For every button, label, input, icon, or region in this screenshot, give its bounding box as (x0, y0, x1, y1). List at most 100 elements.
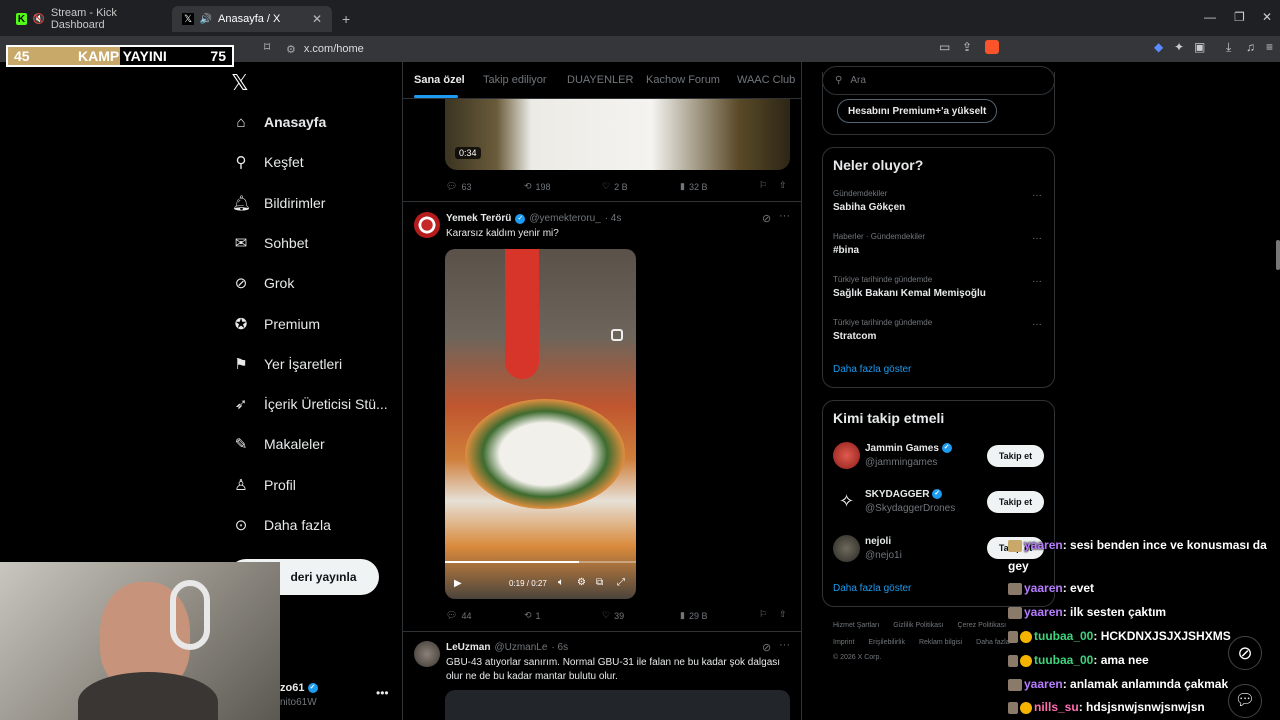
nav-articles[interactable]: ✎ Makaleler (232, 430, 325, 458)
close-window-icon[interactable]: ✕ (1262, 10, 1272, 24)
sidebar-icon[interactable]: ▣ (1194, 40, 1205, 54)
chat-bubble-icon[interactable]: 💬︎ (1228, 684, 1262, 718)
grok-icon[interactable]: ⊘ (762, 641, 771, 654)
suggested-user[interactable]: nejoli @nejo1i (865, 536, 902, 561)
suggested-user[interactable]: Jammin Games ✓ @jammingames (865, 443, 952, 468)
page-scrollbar[interactable] (1276, 240, 1280, 270)
like-action[interactable]: ♡ 2 B (602, 181, 628, 192)
nav-profile[interactable]: ♙ Profil (232, 471, 296, 499)
tab-following[interactable]: Takip ediliyor (483, 74, 547, 86)
grok-float-icon[interactable]: ⊘ (1228, 636, 1262, 670)
extensions-icon[interactable]: ✦ (1174, 40, 1184, 54)
nav-home[interactable]: ⌂ Anasayfa (232, 108, 326, 136)
new-tab-icon[interactable]: + (342, 11, 350, 27)
nav-more[interactable]: ⊙ Daha fazla (232, 511, 331, 539)
account-name[interactable]: zo61 ✓ (280, 682, 318, 694)
settings-icon[interactable]: ⚙ (577, 577, 586, 588)
trend-more-icon[interactable]: ··· (1032, 233, 1042, 244)
footer-link[interactable]: Çerez Politikası (957, 622, 1006, 629)
follow-button[interactable]: Takip et (987, 491, 1044, 513)
play-icon[interactable]: ▶ (454, 578, 462, 589)
trend-item[interactable]: Türkiye tarihinde gündemde Stratcom (833, 318, 1045, 342)
author-name[interactable]: LeUzman (446, 642, 490, 653)
trend-item[interactable]: Gündemdekiler Sabiha Gökçen (833, 189, 1045, 213)
fullscreen-icon[interactable]: ⤢ (617, 577, 625, 588)
trend-item[interactable]: Haberler · Gündemdekiler #bina (833, 232, 1045, 256)
volume-icon[interactable]: 🔈︎ (558, 577, 564, 588)
site-settings-icon[interactable]: ⚙ (286, 43, 296, 56)
post-time[interactable]: · 4s (605, 213, 622, 224)
footer-link[interactable]: Hizmet Şartları (833, 622, 879, 629)
views-action[interactable]: ▮ 29 B (680, 610, 707, 621)
avatar[interactable] (414, 641, 440, 667)
footer-link[interactable]: Erişilebilirlik (868, 639, 905, 646)
tab-for-you[interactable]: Sana özel (414, 74, 465, 86)
tab-x-home[interactable]: 𝕏 🔊 Anasayfa / X ✕ (172, 6, 332, 32)
trend-more-icon[interactable]: ··· (1032, 319, 1042, 330)
url-field[interactable]: ⚙ x.com/home (286, 39, 1186, 59)
author-name[interactable]: Yemek Terörü (446, 213, 511, 224)
nav-bookmarks[interactable]: ⚑ Yer İşaretleri (232, 350, 342, 378)
download-icon[interactable]: ⤓ (1226, 40, 1231, 55)
follow-button[interactable]: Takip et (987, 445, 1044, 467)
suggested-user[interactable]: SKYDAGGER ✓ @SkydaggerDrones (865, 489, 955, 514)
like-action[interactable]: ♡ 39 (602, 610, 624, 621)
who-to-follow-show-more[interactable]: Daha fazla göster (833, 583, 911, 594)
trend-item[interactable]: Türkiye tarihinde gündemde Sağlık Bakanı… (833, 275, 1045, 299)
pip-icon[interactable]: ⧉ (596, 577, 603, 588)
reply-action[interactable]: 💬︎ 63 (446, 181, 471, 192)
post-video[interactable]: ▶ 0:19 / 0:27 🔈︎ ⚙ ⧉ ⤢ (445, 249, 636, 599)
footer-link[interactable]: Imprint (833, 639, 854, 646)
tab-duayenler[interactable]: DUAYENLER (567, 74, 633, 86)
post-media[interactable] (445, 690, 790, 720)
avatar[interactable] (833, 535, 860, 562)
share-action[interactable]: ⇧ (779, 180, 787, 191)
trends-show-more[interactable]: Daha fazla göster (833, 364, 911, 375)
nav-premium[interactable]: ✪ Premium (232, 310, 320, 338)
trend-more-icon[interactable]: ··· (1032, 276, 1042, 287)
wallet-icon[interactable]: ◆ (1154, 40, 1163, 54)
share-icon[interactable]: ⇪ (962, 40, 972, 54)
nav-grok[interactable]: ⊘ Grok (232, 269, 295, 297)
footer-link[interactable]: Daha fazla (976, 639, 1009, 646)
music-icon[interactable]: ♫ (1246, 40, 1255, 54)
avatar[interactable]: ✧ (833, 488, 860, 515)
avatar[interactable] (833, 442, 860, 469)
tab-waac-club[interactable]: WAAC Club (737, 74, 795, 86)
repost-action[interactable]: ⟲ 198 (524, 181, 551, 192)
more-icon[interactable]: ··· (779, 210, 790, 222)
more-icon[interactable]: ··· (779, 639, 790, 651)
grok-icon[interactable]: ⊘ (762, 212, 771, 225)
tab-kachow-forum[interactable]: Kachow Forum (646, 74, 720, 86)
bookmark-action[interactable]: ⚐ (759, 609, 767, 620)
nav-creator-studio[interactable]: ➶ İçerik Üreticisi Stü... (232, 390, 388, 418)
share-action[interactable]: ⇧ (779, 609, 787, 620)
bookmark-action[interactable]: ⚐ (759, 180, 767, 191)
nav-messages[interactable]: ✉ Sohbet (232, 229, 309, 257)
reply-action[interactable]: 💬︎ 44 (446, 610, 471, 621)
cast-icon[interactable]: ▭ (939, 40, 950, 54)
post-time[interactable]: · 6s (551, 642, 568, 653)
account-menu-icon[interactable]: ••• (376, 686, 389, 700)
footer-link[interactable]: Gizlilik Politikası (893, 622, 943, 629)
author-handle[interactable]: @UzmanLe (494, 642, 547, 653)
close-tab-icon[interactable]: ✕ (312, 12, 322, 26)
minimize-icon[interactable]: — (1204, 10, 1216, 24)
premium-upgrade-button[interactable]: Hesabını Premium+'a yükselt (837, 99, 998, 123)
trend-more-icon[interactable]: ··· (1032, 190, 1042, 201)
tab-kick-dashboard[interactable]: K 🔇 Stream - Kick Dashboard (6, 6, 172, 32)
previous-post-video[interactable]: 0:34 (445, 99, 790, 170)
restore-icon[interactable]: ❐ (1234, 10, 1245, 24)
bookmark-icon[interactable]: ⌑ (264, 40, 270, 54)
nav-notifications[interactable]: 🔔︎ Bildirimler (232, 189, 325, 217)
brave-shield-icon[interactable] (985, 40, 999, 54)
menu-icon[interactable]: ≡ (1266, 40, 1273, 54)
nav-explore[interactable]: ⚲ Keşfet (232, 148, 304, 176)
video-progress-track[interactable] (445, 561, 636, 563)
repost-action[interactable]: ⟲ 1 (524, 610, 541, 621)
avatar[interactable] (414, 212, 440, 238)
author-handle[interactable]: @yemekteroru_ (529, 213, 600, 224)
x-logo-icon[interactable]: 𝕏 (231, 70, 249, 96)
footer-link[interactable]: Reklam bilgisi (919, 639, 962, 646)
views-action[interactable]: ▮ 32 B (680, 181, 707, 192)
